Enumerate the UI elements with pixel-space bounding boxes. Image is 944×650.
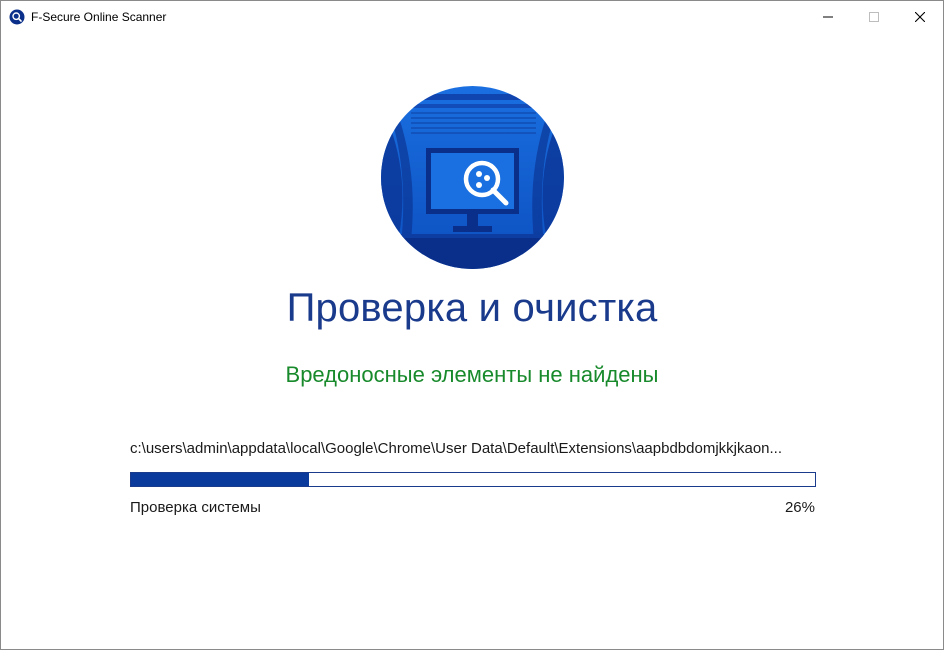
title-bar[interactable]: F-Secure Online Scanner (1, 1, 943, 32)
scan-progress-bar (130, 472, 816, 487)
minimize-icon (823, 16, 833, 17)
page-title: Проверка и очистка (286, 286, 658, 330)
minimize-button[interactable] (805, 1, 851, 32)
window-controls (805, 1, 943, 32)
maximize-icon (869, 11, 879, 22)
progress-label: Проверка системы (130, 499, 261, 516)
monitor-magnifier-icon (381, 86, 564, 269)
main-content: Проверка и очистка Вредоносные элементы … (1, 32, 943, 649)
progress-fill (131, 473, 309, 486)
progress-percent: 26% (784, 499, 815, 516)
close-icon (915, 11, 925, 22)
fsecure-scanner-icon (9, 9, 25, 25)
current-scan-path: c:\users\admin\appdata\local\Google\Chro… (130, 440, 783, 457)
maximize-button[interactable] (851, 1, 897, 32)
scan-status: Вредоносные элементы не найдены (285, 362, 659, 387)
app-window: F-Secure Online Scanner Проверка и очист… (0, 0, 944, 650)
window-title: F-Secure Online Scanner (31, 9, 167, 24)
close-button[interactable] (897, 1, 943, 32)
